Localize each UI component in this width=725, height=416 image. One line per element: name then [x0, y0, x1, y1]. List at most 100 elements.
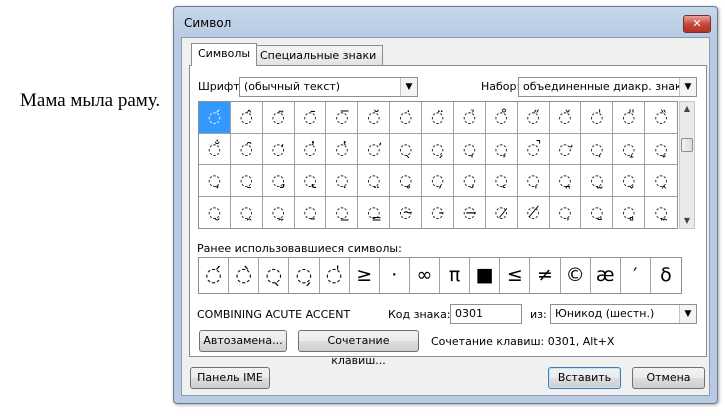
- recent-symbol-cell[interactable]: δ: [651, 258, 681, 293]
- close-button[interactable]: ✕: [683, 15, 711, 33]
- symbol-cell[interactable]: ◌̟: [199, 165, 231, 197]
- symbol-cell[interactable]: ◌̃: [262, 102, 295, 134]
- symbol-cell[interactable]: ◌̩: [517, 165, 550, 197]
- symbol-cell[interactable]: ◌̐: [199, 133, 231, 165]
- symbol-grid: ◌́ ◌̂ ◌̃ ◌̄ ◌̅ ◌̆ ◌̇ ◌̈ ◌̉ ◌̊ ◌̋ ◌̌ ◌̍ ◌̎ ◌̏ ◌̐ ◌̑ ◌̒ ◌̓ ◌̔…: [198, 101, 678, 229]
- symbol-cell[interactable]: ◌̴: [390, 196, 423, 228]
- symbol-cell[interactable]: ◌̒: [262, 133, 295, 165]
- symbol-cell[interactable]: ◌̊: [485, 102, 518, 134]
- autocorrect-button[interactable]: Автозамена...: [199, 330, 287, 352]
- symbol-cell[interactable]: ◌̫: [581, 165, 614, 197]
- symbol-cell[interactable]: ◌̇: [390, 102, 423, 134]
- symbol-cell[interactable]: ◌̸: [518, 196, 550, 228]
- recent-label: Ранее использовавшиеся символы:: [197, 242, 402, 255]
- recent-symbol-cell[interactable]: ∞: [410, 258, 440, 293]
- symbol-cell[interactable]: ◌̶: [454, 196, 486, 228]
- scroll-down-icon[interactable]: ▼: [680, 214, 694, 228]
- insert-button[interactable]: Вставить: [548, 367, 621, 389]
- recent-symbol-cell[interactable]: ≠: [530, 258, 561, 293]
- code-label: Код знака:: [388, 308, 451, 321]
- symbol-cell[interactable]: ◌̉: [453, 102, 486, 134]
- recent-symbol-cell[interactable]: ◌́: [199, 258, 230, 293]
- recent-symbol-cell[interactable]: ′: [621, 258, 651, 293]
- chevron-down-icon[interactable]: ▼: [679, 305, 696, 323]
- symbol-cell[interactable]: ◌̻: [613, 196, 646, 228]
- symbol-cell[interactable]: ◌̬: [613, 165, 646, 197]
- symbol-cell[interactable]: ◌́: [199, 102, 231, 134]
- symbol-cell[interactable]: ◌̝: [613, 133, 646, 165]
- symbol-cell[interactable]: ◌̙: [485, 133, 518, 165]
- symbol-cell[interactable]: ◌̌: [549, 102, 582, 134]
- tab-symbols[interactable]: Символы: [191, 43, 258, 66]
- recent-symbol-cell[interactable]: π: [440, 258, 471, 293]
- symbol-cell[interactable]: ◌̚: [517, 133, 550, 165]
- encoding-select[interactable]: Юникод (шестн.) ▼: [550, 304, 697, 324]
- font-select[interactable]: (обычный текст) ▼: [239, 77, 418, 97]
- recent-symbol-cell[interactable]: ©: [561, 258, 591, 293]
- symbol-cell[interactable]: ◌̅: [326, 102, 359, 134]
- tab-special-characters[interactable]: Специальные знаки: [253, 45, 384, 65]
- symbol-cell[interactable]: ◌̺: [581, 196, 614, 228]
- chevron-down-icon[interactable]: ▼: [679, 78, 696, 96]
- symbol-cell[interactable]: ◌̄: [294, 102, 327, 134]
- recent-symbol-cell[interactable]: ◌̀: [229, 258, 260, 293]
- scrollbar-thumb[interactable]: [681, 138, 693, 152]
- recent-symbol-cell[interactable]: ◌̖: [259, 258, 290, 293]
- symbol-cell[interactable]: ◌̞: [645, 134, 677, 165]
- symbol-cell[interactable]: ◌̜: [581, 133, 614, 165]
- recent-symbols: ◌́ ◌̀ ◌̖ ◌̗ ◌̍ ≥ · ∞ π ■ ≤ ≠ © æ ′ δ: [198, 257, 682, 294]
- symbol-cell[interactable]: ◌̰: [263, 196, 295, 228]
- symbol-cell[interactable]: ◌̆: [358, 102, 391, 134]
- symbol-cell[interactable]: ◌̥: [390, 165, 423, 197]
- character-code-input[interactable]: 0301: [450, 304, 522, 324]
- symbol-cell[interactable]: ◌̔: [326, 133, 359, 165]
- symbol-cell[interactable]: ◌̤: [358, 165, 391, 197]
- symbol-cell[interactable]: ◌̪: [549, 165, 582, 197]
- symbol-cell[interactable]: ◌̳: [358, 196, 391, 228]
- symbol-cell[interactable]: ◌̕: [358, 133, 391, 165]
- recent-symbol-cell[interactable]: æ: [591, 258, 621, 293]
- symbol-cell[interactable]: ◌̣: [326, 165, 359, 197]
- symbol-cell[interactable]: ◌̏: [645, 102, 677, 134]
- symbol-cell[interactable]: ◌̡: [262, 165, 295, 197]
- symbol-cell[interactable]: ◌̍: [581, 102, 614, 134]
- symbol-cell[interactable]: ◌̷: [486, 196, 518, 228]
- symbol-grid-scrollbar[interactable]: ▲ ▼: [679, 101, 695, 229]
- symbol-cell[interactable]: ◌̮: [199, 196, 231, 228]
- symbol-cell[interactable]: ◌̲: [326, 196, 359, 228]
- cancel-button[interactable]: Отмена: [632, 367, 705, 389]
- recent-symbol-cell[interactable]: ■: [470, 258, 501, 293]
- symbol-cell[interactable]: ◌̯: [231, 196, 263, 228]
- recent-symbol-cell[interactable]: ·: [380, 258, 410, 293]
- symbol-cell[interactable]: ◌̼: [645, 197, 677, 229]
- symbol-cell[interactable]: ◌̱: [295, 196, 327, 228]
- symbol-cell[interactable]: ◌̑: [230, 133, 263, 165]
- symbol-cell[interactable]: ◌̘: [453, 133, 486, 165]
- recent-symbol-cell[interactable]: ≤: [500, 258, 531, 293]
- shortcut-key-button[interactable]: Сочетание клавиш...: [298, 330, 419, 367]
- scroll-up-icon[interactable]: ▲: [680, 102, 694, 116]
- recent-symbol-cell[interactable]: ◌̍: [320, 258, 350, 293]
- document-text: Мама мыла раму.: [20, 90, 161, 111]
- recent-symbol-cell[interactable]: ◌̗: [289, 258, 320, 293]
- symbol-cell[interactable]: ◌̈: [422, 102, 454, 134]
- ime-pad-button[interactable]: Панель IME: [190, 367, 270, 389]
- symbol-cell[interactable]: ◌̎: [613, 102, 646, 134]
- symbol-cell[interactable]: ◌̨: [485, 165, 518, 197]
- symbol-cell[interactable]: ◌̦: [422, 165, 454, 197]
- symbol-cell[interactable]: ◌̗: [422, 133, 454, 165]
- symbol-cell[interactable]: ◌̧: [453, 165, 486, 197]
- symbol-cell[interactable]: ◌̹: [550, 196, 582, 228]
- symbol-cell[interactable]: ◌̋: [517, 102, 550, 134]
- recent-symbol-cell[interactable]: ≥: [350, 258, 380, 293]
- symbol-cell[interactable]: ◌̭: [645, 165, 677, 197]
- symbol-cell[interactable]: ◌̢: [294, 165, 327, 197]
- symbol-cell[interactable]: ◌̵: [422, 196, 454, 228]
- symbol-cell[interactable]: ◌̛: [549, 133, 582, 165]
- chevron-down-icon[interactable]: ▼: [400, 78, 417, 96]
- subset-select[interactable]: объединенные диакр. знаки ▼: [518, 77, 697, 97]
- symbol-cell[interactable]: ◌̂: [230, 102, 263, 134]
- symbol-cell[interactable]: ◌̖: [390, 133, 423, 165]
- symbol-cell[interactable]: ◌̠: [230, 165, 263, 197]
- symbol-cell[interactable]: ◌̓: [294, 133, 327, 165]
